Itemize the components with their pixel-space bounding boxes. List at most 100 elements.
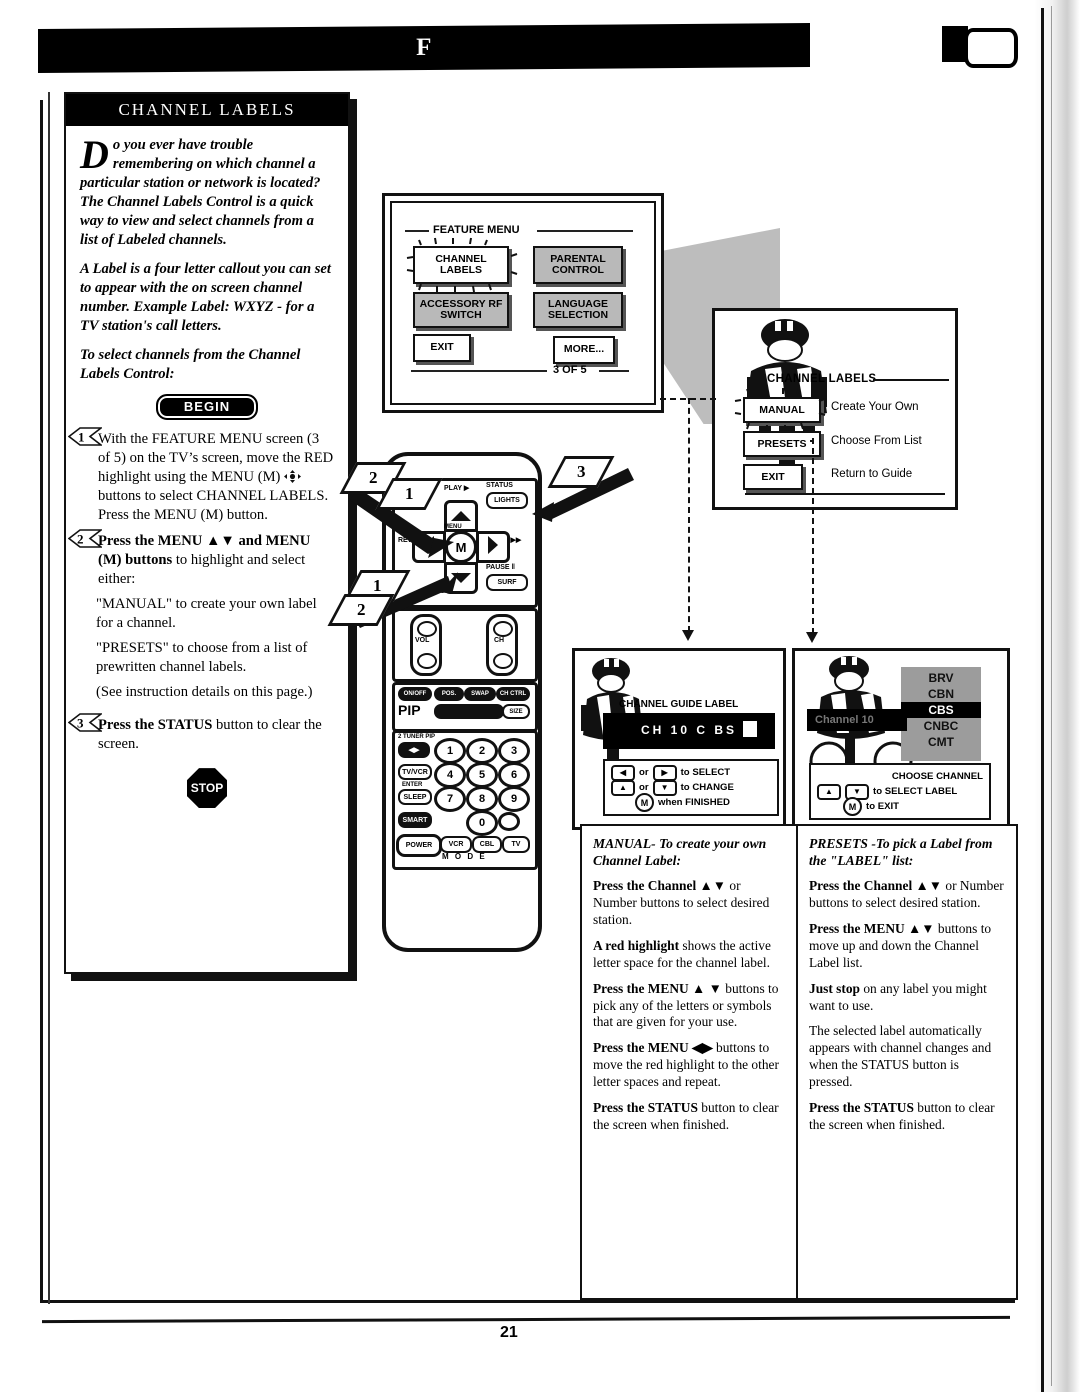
preset-label-3[interactable]: CNBC	[901, 718, 981, 734]
choose-channel-screen: BRV CBN CBS CNBC CMT Channel 10 CHOOSE C…	[792, 648, 1010, 830]
remote-vol-label: VOL	[415, 637, 430, 644]
choose-channel-legend-select-action: to SELECT LABEL	[873, 786, 958, 797]
preset-label-4[interactable]: CMT	[901, 734, 981, 750]
legend-row-select-or: or	[639, 767, 649, 778]
dpad-right-button[interactable]	[476, 531, 510, 563]
legend-row-finished: M when FINISHED	[611, 793, 771, 812]
preset-label-0[interactable]: BRV	[901, 670, 981, 686]
menu-item-parental-control[interactable]: PARENTAL CONTROL	[533, 246, 623, 284]
menu-item-parental-control-label: PARENTAL CONTROL	[550, 252, 606, 276]
submenu-item-presets-label: PRESETS	[757, 438, 807, 450]
intro-paragraph: Do you ever have trouble remembering on …	[80, 132, 321, 248]
channel-guide-label-screen: CHANNEL GUIDE LABEL CH 10 C BS ◀ or ▶ to…	[572, 648, 786, 830]
feature-menu-page-indicator: 3 OF 5	[553, 364, 587, 376]
remote-pip-chctrl-button[interactable]: CH CTRL	[496, 687, 530, 701]
submenu-manual-description: Create Your Own	[831, 401, 919, 413]
svg-text:2: 2	[77, 532, 84, 547]
remote-pip-slider[interactable]	[434, 704, 504, 719]
remote-key-dash[interactable]	[498, 812, 520, 831]
choose-channel-legend: CHOOSE CHANNEL ▲ ▼ to SELECT LABEL M to …	[809, 763, 991, 820]
remote-enter-label: ENTER	[402, 782, 423, 788]
submenu-item-exit[interactable]: EXIT	[743, 464, 803, 490]
remote-menu-m-button[interactable]: M	[445, 531, 477, 563]
remote-key-9[interactable]: 9	[498, 786, 530, 812]
preset-label-list[interactable]: BRV CBN CBS CNBC CMT	[901, 667, 981, 761]
menu-dpad-inline-icon	[284, 469, 302, 485]
step-2-number-diamond: 2	[68, 529, 102, 549]
remote-key-3[interactable]: 3	[498, 738, 530, 764]
up-arrow-key-icon-right: ▲	[817, 783, 841, 800]
left-arrow-icon	[424, 536, 434, 554]
manual-box-para-2: Press the MENU ▲ ▼ buttons to pick any o…	[593, 980, 779, 1030]
remote-menu-label: MENU	[444, 524, 462, 530]
choose-channel-osd-bar: Channel 10	[807, 709, 907, 731]
remote-play-label: PLAY ▶	[444, 485, 470, 492]
remote-mode-cbl-label: CBL	[479, 841, 495, 848]
legend-row-change-action: to CHANGE	[680, 782, 734, 793]
step-2-option-presets: "PRESETS" to choose from a list of prewr…	[96, 640, 308, 676]
remote-volume-rocker[interactable]	[410, 614, 442, 676]
menu-item-more[interactable]: MORE...	[553, 336, 615, 364]
legend-row-select: ◀ or ▶ to SELECT	[611, 764, 771, 781]
remote-smart-button[interactable]: SMART	[398, 812, 432, 828]
preset-label-1[interactable]: CBN	[901, 686, 981, 702]
remote-pip-size-button[interactable]: SIZE	[502, 704, 530, 719]
svg-text:3: 3	[77, 716, 84, 731]
remote-key-8[interactable]: 8	[466, 786, 498, 812]
svg-text:1: 1	[78, 429, 85, 444]
remote-key-2[interactable]: 2	[466, 738, 498, 764]
presets-instructions-box: PRESETS -To pick a Label from the "LABEL…	[796, 824, 1018, 1300]
preset-label-2-selected[interactable]: CBS	[901, 702, 981, 718]
remote-key-5[interactable]: 5	[466, 762, 498, 788]
remote-dpad[interactable]: MENU M	[412, 500, 510, 594]
choose-channel-legend-row-select: ▲ ▼ to SELECT LABEL	[817, 783, 983, 800]
remote-mode-tv-button[interactable]: TV	[502, 836, 530, 853]
submenu-item-exit-label: EXIT	[761, 471, 785, 483]
remote-2tuner-pip-button[interactable]: ◀▶	[398, 742, 430, 758]
guide-label-osd-title: CHANNEL GUIDE LABEL	[619, 699, 739, 710]
dpad-left-button[interactable]	[412, 531, 446, 563]
remote-key-4[interactable]: 4	[434, 762, 466, 788]
remote-key-7[interactable]: 7	[434, 786, 466, 812]
menu-item-language-selection[interactable]: LANGUAGE SELECTION	[533, 292, 623, 328]
remote-pip-wordmark: PIP	[398, 702, 421, 718]
remote-key-6[interactable]: 6	[498, 762, 530, 788]
presets-box-heading: PRESETS -To pick a Label from the "LABEL…	[809, 836, 993, 868]
remote-mode-vcr-button[interactable]: VCR	[440, 836, 472, 853]
legend-row-change-or: or	[639, 782, 649, 793]
remote-pip-size-label: SIZE	[509, 708, 523, 715]
remote-pip-onoff-button[interactable]: ON/OFF	[398, 687, 432, 701]
menu-item-language-selection-label: LANGUAGE SELECTION	[547, 297, 609, 321]
step-3-lead: Press the STATUS	[98, 717, 213, 734]
down-arrow-key-icon: ▼	[652, 779, 677, 796]
menu-item-exit[interactable]: EXIT	[413, 334, 471, 362]
dpad-down-button[interactable]	[444, 562, 478, 594]
step-3-number-diamond: 3	[68, 713, 102, 733]
remote-sleep-button[interactable]: SLEEP	[398, 789, 432, 805]
remote-2tuner-pip-label: 2 TUNER PIP	[398, 734, 436, 740]
remote-pip-pos-button[interactable]: POS.	[434, 687, 464, 701]
remote-mode-vcr-label: VCR	[448, 841, 464, 848]
page-title-bar: FEATURE MENU CONTROLS (CONTINUED)	[38, 22, 810, 279]
choose-channel-legend-title-row: CHOOSE CHANNEL	[817, 769, 983, 784]
remote-pip-swap-button[interactable]: SWAP	[464, 687, 496, 701]
remote-tv-vcr-button[interactable]: TV/VCR	[398, 764, 432, 780]
guide-label-osd-value: CH 10 C BS	[641, 723, 738, 737]
channel-labels-screen-title: CHANNEL LABELS	[767, 373, 877, 385]
remote-mode-cbl-button[interactable]: CBL	[472, 836, 502, 853]
menu-item-accessory-rf-switch[interactable]: ACCESSORY RF SWITCH	[413, 292, 509, 328]
remote-pip-onoff-label: ON/OFF	[403, 691, 427, 697]
remote-key-0[interactable]: 0	[466, 810, 498, 836]
remote-power-button[interactable]: POWER	[396, 834, 442, 857]
menu-m-key-icon-right: M	[843, 797, 862, 816]
remote-channel-rocker[interactable]	[486, 614, 518, 676]
connector-presets-vertical	[812, 438, 814, 634]
select-instructions-lead: To select channels from the Channel Labe…	[80, 346, 301, 382]
remote-tv-vcr-label: TV/VCR	[402, 768, 428, 776]
manual-selection-sparkle-icon	[734, 388, 826, 431]
remote-key-1[interactable]: 1	[434, 738, 466, 764]
presets-box-para-1: Press the MENU ▲▼ buttons to move up and…	[809, 920, 992, 970]
legend-row-finished-action: when FINISHED	[658, 797, 730, 808]
connector-manual-vertical	[688, 398, 690, 632]
remote-status-label: STATUS	[486, 482, 513, 489]
